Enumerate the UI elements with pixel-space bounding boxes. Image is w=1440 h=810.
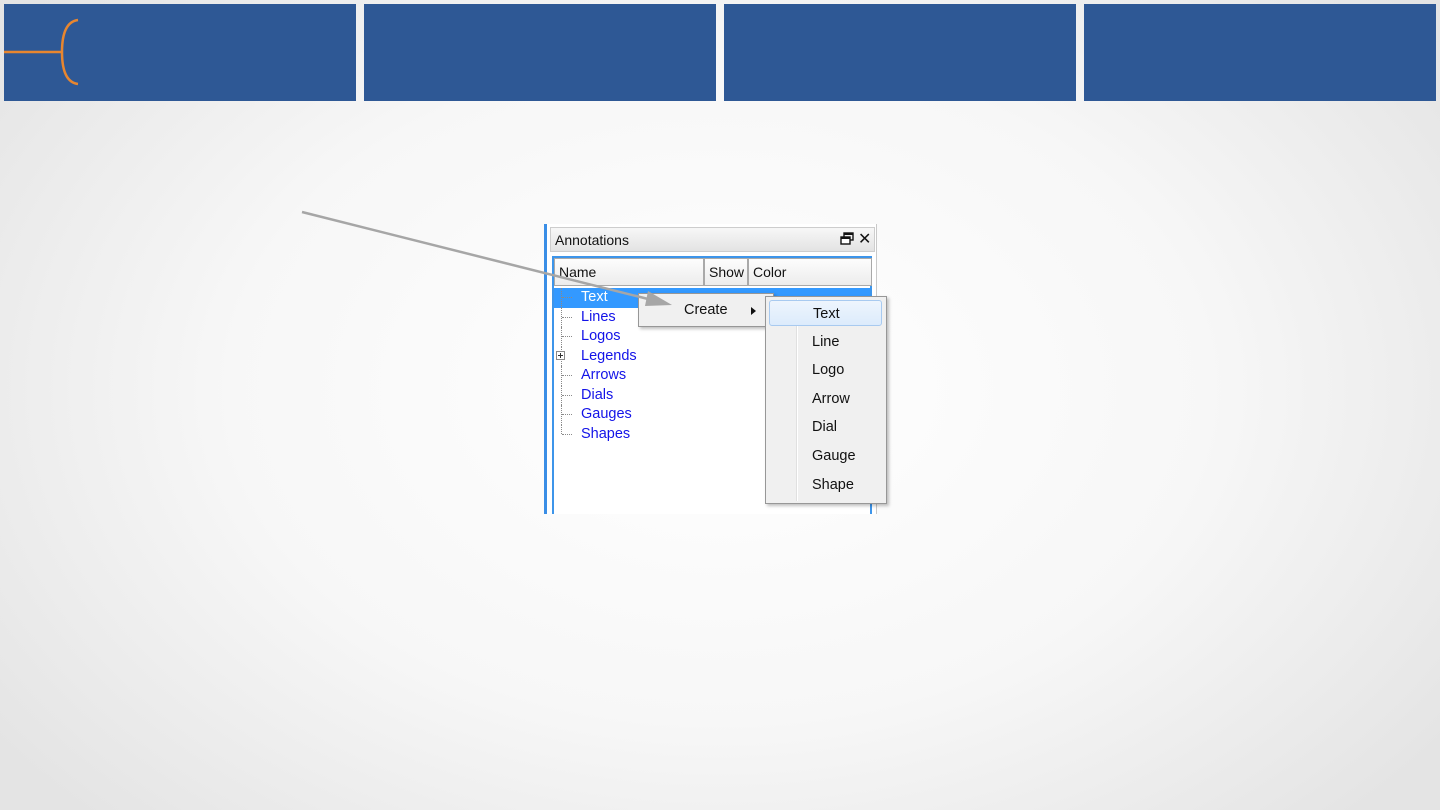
column-header-name[interactable]: Name xyxy=(554,258,704,286)
submenu-item-arrow[interactable]: Arrow xyxy=(769,386,882,412)
menu-item-label: Create xyxy=(684,302,728,318)
submenu-item-logo[interactable]: Logo xyxy=(769,357,882,383)
column-header-color[interactable]: Color xyxy=(748,258,872,286)
submenu-item-label: Dial xyxy=(812,419,837,436)
banner-segment xyxy=(364,4,716,101)
submenu-item-gauge[interactable]: Gauge xyxy=(769,443,882,469)
submenu-item-shape[interactable]: Shape xyxy=(769,472,882,498)
tree-connector xyxy=(562,394,572,396)
context-menu: Create xyxy=(638,293,774,327)
submenu-item-label: Line xyxy=(812,333,840,350)
tree-connector xyxy=(562,316,572,318)
tree-item-label[interactable]: Shapes xyxy=(580,425,631,443)
submenu-item-line[interactable]: Line xyxy=(769,329,882,355)
panel-titlebar[interactable]: Annotations ✕ xyxy=(550,227,875,252)
banner-segment xyxy=(724,4,1076,101)
column-headers: Name Show Color xyxy=(554,258,872,286)
tree-item-label[interactable]: Logos xyxy=(580,327,622,345)
slide-banner xyxy=(4,4,1436,101)
submenu-item-label: Gauge xyxy=(812,448,856,464)
tree-connector xyxy=(562,433,572,435)
close-icon[interactable]: ✕ xyxy=(858,229,871,248)
banner-segment xyxy=(1084,4,1436,101)
bracket-ornament-icon xyxy=(4,18,79,86)
column-header-show[interactable]: Show xyxy=(704,258,748,286)
tree-item-label[interactable]: Text xyxy=(580,288,609,306)
menu-item-create[interactable]: Create xyxy=(642,297,770,323)
tree-item-label[interactable]: Gauges xyxy=(580,405,633,423)
submenu-item-label: Logo xyxy=(812,362,845,379)
tree-item-label[interactable]: Dials xyxy=(580,386,614,404)
tree-connector xyxy=(561,424,563,434)
submenu-item-dial[interactable]: Dial xyxy=(769,414,882,440)
float-window-icon[interactable] xyxy=(840,232,854,246)
tree-connector xyxy=(562,414,572,415)
submenu-item-label: Arrow xyxy=(812,390,850,407)
expand-plus-icon[interactable] xyxy=(556,350,565,360)
tree-connector xyxy=(562,297,572,298)
tree-connector xyxy=(562,375,572,376)
tree-item-label[interactable]: Arrows xyxy=(580,366,627,384)
panel-title: Annotations xyxy=(555,232,629,248)
tree-item-label[interactable]: Lines xyxy=(580,308,617,326)
create-submenu: Text Line Logo Arrow Dial Gauge Shape xyxy=(765,296,887,504)
submenu-item-label: Text xyxy=(813,306,840,322)
tree-connector xyxy=(562,336,572,337)
submenu-item-label: Shape xyxy=(812,476,854,493)
tree-item-label[interactable]: Legends xyxy=(580,347,638,365)
chevron-right-icon xyxy=(751,307,756,315)
submenu-item-text[interactable]: Text xyxy=(769,300,882,326)
